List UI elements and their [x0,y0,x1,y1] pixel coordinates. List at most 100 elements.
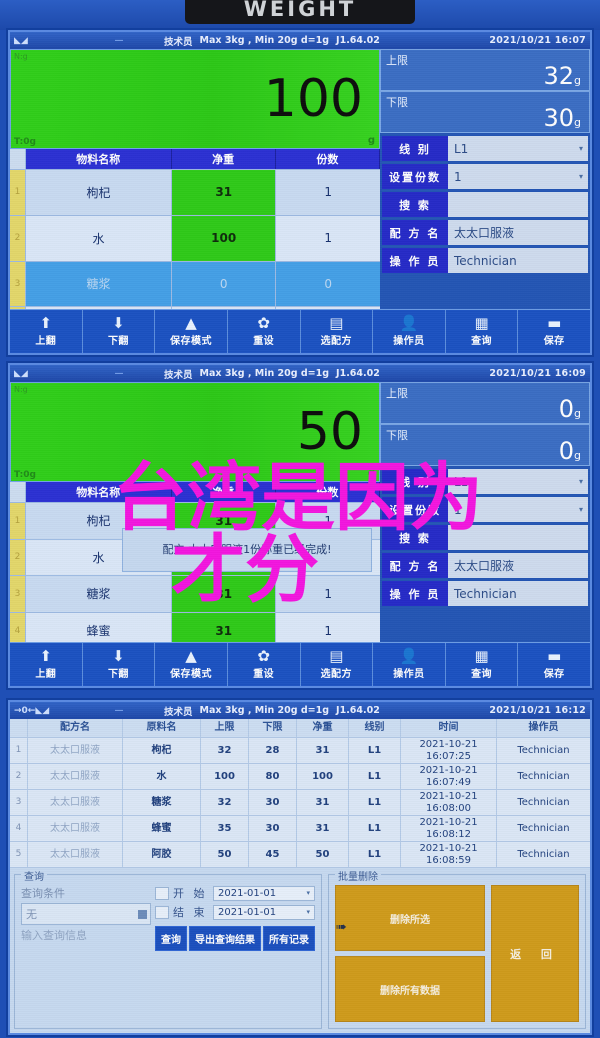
completion-dialog[interactable]: 配方:太太口服液1份称重已经完成! [122,528,372,572]
delete-all-button[interactable]: 删除所有数据 [335,956,485,1022]
field-recipe-name[interactable]: 配 方 名 太太口服液 [382,220,588,245]
table-row[interactable]: 3 糖浆 31 1 [10,576,380,613]
toolbar-save-mode-button[interactable]: ▲ 保存模式 [155,310,228,353]
cell-net-weight: 0 [172,261,277,307]
query-export-button[interactable]: 导出查询结果 [189,926,261,951]
field-recipe-name-label: 配 方 名 [382,553,448,578]
toolbar-query-label: 查询 [471,336,493,347]
cell-lower: 30 [249,790,297,815]
cursor-arrow-icon: ➠ [336,920,347,935]
field-line-value[interactable]: L1 ▾ [448,469,588,494]
cell-lower: 45 [249,842,297,867]
cell-material: 枸杞 [123,738,201,763]
toolbar-query-button[interactable]: ▦ 查询 [446,643,519,686]
toolbar-page-up-button[interactable]: ⬆ 上翻 [10,643,83,686]
toolbar-reset-button[interactable]: ✿ 重设 [228,310,301,353]
cell-line: L1 [349,790,401,815]
field-set-portions-value[interactable]: 1 ▾ [448,164,588,189]
table-row[interactable]: 3 糖浆 0 0 [10,261,380,308]
table-row[interactable]: 1 枸杞 31 1 [10,170,380,216]
weight-value: 100 [263,69,363,129]
upper-limit-value: 32 [543,62,575,90]
field-operator-label: 操 作 员 [382,248,448,273]
weight-mode-label: N:g [14,52,28,61]
cell-time: 2021-10-21 16:07:49 [401,764,497,789]
toolbar-operator-button[interactable]: 👤 操作员 [373,310,446,353]
end-date-checkbox[interactable] [155,905,169,919]
lower-limit-box: 下限 30g [380,91,590,133]
status-version-label: J1.64.02 [336,368,380,379]
toolbar-save-label: 保存 [543,336,565,347]
status-operator-label: 技术员 [164,36,193,48]
search-input[interactable] [448,192,588,217]
cell-recipe: 太太口服液 [28,842,123,867]
weight-unit-label: g [367,468,375,479]
col-material: 原料名 [123,719,201,737]
query-all-records-button[interactable]: 所有记录 [263,926,315,951]
toolbar-page-down-label: 下翻 [107,336,129,347]
toolbar-select-recipe-button[interactable]: ▤ 选配方 [301,310,374,353]
toolbar-save-button[interactable]: ▬ 保存 [518,310,590,353]
weight-mode-label: N:g [14,385,28,394]
table-row[interactable]: 5 太太口服液 阿胶 50 45 50 L1 2021-10-21 16:08:5… [10,842,590,868]
cell-lower: 28 [249,738,297,763]
toolbar-save-button[interactable]: ▬ 保存 [518,643,590,686]
calendar-icon: ▤ [329,314,344,332]
field-line-value[interactable]: L1 ▾ [448,136,588,161]
cell-index: 1 [10,738,28,763]
cell-recipe: 太太口服液 [28,738,123,763]
table-row[interactable]: 2 太太口服液 水 100 80 100 L1 2021-10-21 16:07:… [10,764,590,790]
toolbar-operator-button[interactable]: 👤 操作员 [373,643,446,686]
records-table-header: 配方名 原料名 上限 下限 净重 线别 时间 操作员 [10,719,590,738]
table-row[interactable]: 4 太太口服液 蜂蜜 35 30 31 L1 2021-10-21 16:08:1… [10,816,590,842]
start-date-input[interactable]: 2021-01-01 ▾ [213,885,315,901]
toolbar-page-down-button[interactable]: ⬇ 下翻 [83,643,156,686]
lower-limit-unit: g [574,116,581,129]
toolbar-select-recipe-button[interactable]: ▤ 选配方 [301,643,374,686]
toolbar-page-up-button[interactable]: ⬆ 上翻 [10,310,83,353]
end-date-input[interactable]: 2021-01-01 ▾ [213,904,315,920]
toolbar-page-down-button[interactable]: ⬇ 下翻 [83,310,156,353]
search-input[interactable] [448,525,588,550]
field-line[interactable]: 线 别 L1 ▾ [382,469,588,494]
field-operator[interactable]: 操 作 员 Technician [382,581,588,606]
back-button[interactable]: 返 回 [491,885,579,1022]
status-divider-icon: — [114,705,124,716]
query-condition-select[interactable]: 无 [21,903,151,925]
field-recipe-name[interactable]: 配 方 名 太太口服液 [382,553,588,578]
table-row[interactable]: 2 水 100 1 [10,215,380,262]
col-recipe: 配方名 [28,719,123,737]
col-net-weight: 净重 [171,482,276,502]
field-search[interactable]: 搜 索 [382,192,588,217]
table-row[interactable]: 3 太太口服液 糖浆 32 30 31 L1 2021-10-21 16:08:0… [10,790,590,816]
cell-time: 2021-10-21 16:07:25 [401,738,497,763]
field-set-portions[interactable]: 设置份数 1 ▾ [382,164,588,189]
lower-limit-value: 30 [543,104,575,132]
cell-recipe: 太太口服液 [28,764,123,789]
cell-portions: 0 [324,276,333,291]
field-set-portions-value[interactable]: 1 ▾ [448,497,588,522]
field-recipe-name-value: 太太口服液 [448,220,588,245]
toolbar-query-button[interactable]: ▦ 查询 [446,310,519,353]
upper-limit-box: 上限 0g [380,382,590,424]
search-doc-icon: ▦ [474,647,489,665]
toolbar-reset-button[interactable]: ✿ 重设 [228,643,301,686]
delete-selected-button[interactable]: 删除所选 [335,885,485,951]
field-set-portions[interactable]: 设置份数 1 ▾ [382,497,588,522]
cell-lower: 80 [249,764,297,789]
start-date-label: 开 始 [173,887,208,900]
lower-limit-label: 下限 [386,429,408,442]
col-line: 线别 [349,719,401,737]
field-search[interactable]: 搜 索 [382,525,588,550]
field-operator[interactable]: 操 作 员 Technician [382,248,588,273]
query-legend: 查询 [21,868,47,883]
status-bar: →0←◣◢ — 技术员 Max 3kg , Min 20g d=1g J1.64… [10,702,590,719]
table-row[interactable]: 1 太太口服液 枸杞 32 28 31 L1 2021-10-21 16:07:2… [10,738,590,764]
status-operator-label: 技术员 [164,369,193,381]
query-search-button[interactable]: 查询 [155,926,187,951]
toolbar-save-mode-button[interactable]: ▲ 保存模式 [155,643,228,686]
start-date-checkbox[interactable] [155,886,169,900]
save-plus-icon: ▬ [547,647,562,665]
field-line[interactable]: 线 别 L1 ▾ [382,136,588,161]
dropdown-button-icon[interactable] [138,909,147,919]
